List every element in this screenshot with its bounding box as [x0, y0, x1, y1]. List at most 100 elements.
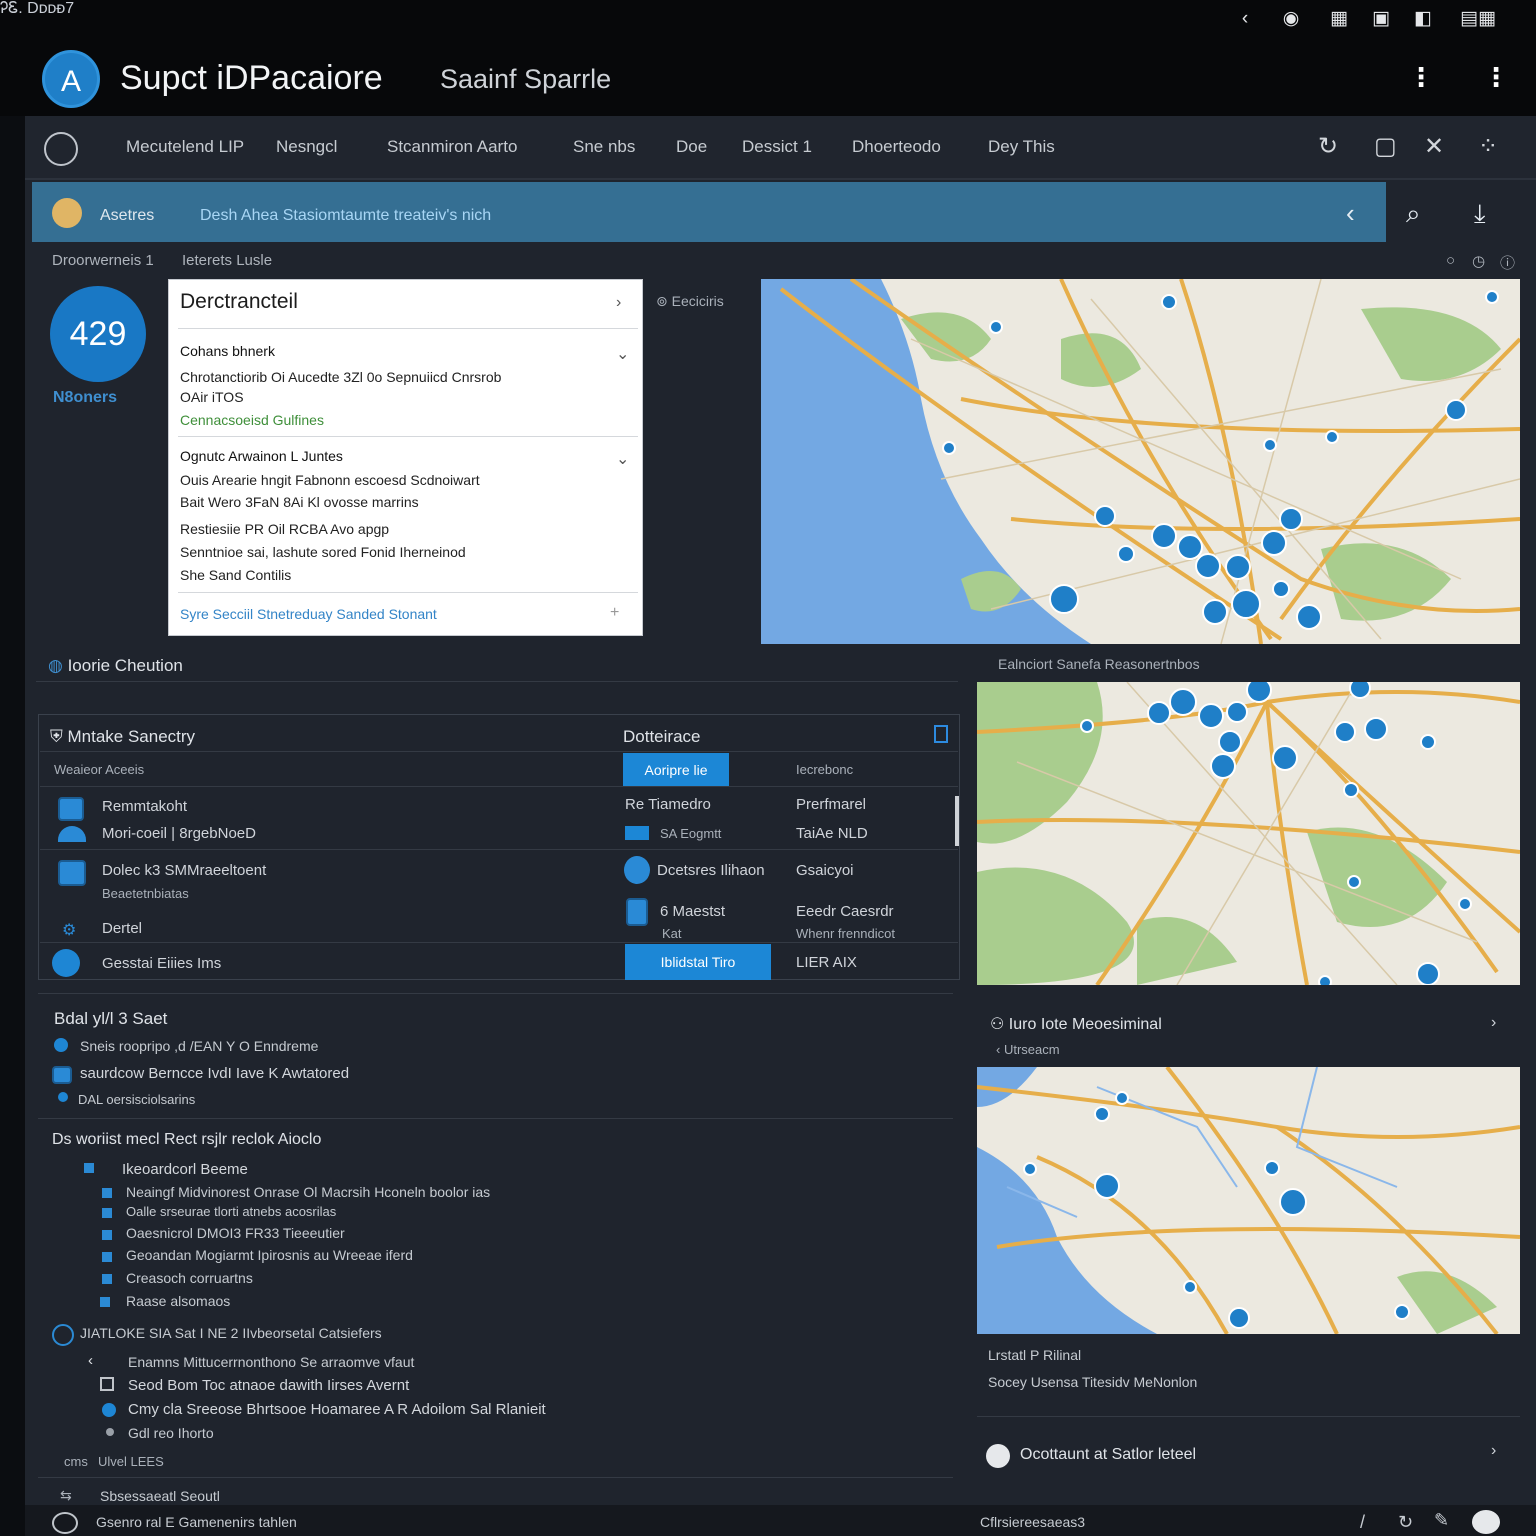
tab-3[interactable]: Stcanmiron Aarto: [387, 137, 517, 157]
dots-grid-icon[interactable]: ⁘: [1478, 132, 1498, 161]
map-label: ⊚ Eeciciris: [656, 293, 724, 310]
compass-icon: [986, 1444, 1010, 1468]
chevron-right-icon[interactable]: ›: [1491, 1014, 1496, 1032]
list-item[interactable]: Enamns Mittucerrnonthono Se arraomve vfa…: [128, 1354, 414, 1370]
avatar-icon[interactable]: [52, 1512, 78, 1534]
history-icon[interactable]: ◷: [1472, 252, 1485, 270]
tab-7[interactable]: Dhoerteodo: [852, 137, 941, 157]
refresh-icon[interactable]: ↻: [1318, 132, 1338, 161]
scrollbar[interactable]: [955, 796, 959, 846]
row-title[interactable]: Gesstai Eiiies Ims: [102, 955, 221, 972]
chevron-down-icon[interactable]: ⌄: [616, 344, 629, 364]
map-view-tertiary[interactable]: [977, 1067, 1520, 1334]
card-line: Chrotanctiorib Oi Aucedte 3Zl 0o Sepnuii…: [180, 369, 502, 385]
edit-icon[interactable]: [934, 725, 948, 743]
list-item[interactable]: Sneis roopripo ,d /EAN Y O Enndreme: [80, 1038, 318, 1054]
tab-6[interactable]: Dessict 1: [742, 137, 812, 157]
panel-row-label[interactable]: Ocottaunt at Satlor leteel: [1020, 1446, 1196, 1464]
panel-back-text: Utrseacm: [1003, 1042, 1060, 1057]
app-logo[interactable]: A: [42, 50, 100, 108]
bullet-icon: [106, 1428, 114, 1436]
sync-icon: [52, 949, 80, 977]
footer-left: Gsenro ral E Gamenenirs tahlen: [96, 1514, 297, 1530]
sync-small-icon[interactable]: ↻: [1398, 1512, 1413, 1533]
radio-icon[interactable]: [102, 1403, 116, 1417]
row-title[interactable]: Remmtakoht: [102, 798, 187, 815]
back-icon[interactable]: ‹: [1234, 8, 1256, 30]
bullet-icon: [100, 1297, 110, 1307]
chevron-right-icon[interactable]: ›: [1491, 1442, 1496, 1460]
breadcrumb-left[interactable]: Droorwerneis 1: [52, 252, 154, 269]
row-title[interactable]: Dertel: [102, 920, 142, 937]
card-section-heading: Cohans bhnerk: [180, 343, 275, 359]
info-icon[interactable]: ⓘ: [1500, 252, 1515, 273]
search-icon[interactable]: ⌕: [1406, 198, 1421, 230]
divider: [40, 751, 958, 752]
more-vert-icon[interactable]: ⋮: [1408, 64, 1434, 90]
map-view-secondary[interactable]: [977, 682, 1520, 985]
list-item[interactable]: saurdcow Berncce IvdI Iave K Awtatored: [80, 1065, 349, 1082]
app-subtitle: Saainf Sparrle: [440, 64, 612, 94]
list1-heading: Bdal yl/l 3 Saet: [54, 1009, 168, 1028]
divider: [178, 436, 638, 437]
tab-8[interactable]: Dey This: [988, 137, 1055, 157]
close-icon[interactable]: ✕: [1424, 132, 1444, 161]
link-small-icon: ⇆: [60, 1487, 72, 1503]
chevron-left-icon[interactable]: ‹: [1346, 198, 1355, 229]
pencil-icon[interactable]: ✎: [1434, 1510, 1449, 1531]
download-icon[interactable]: ⤓: [1474, 198, 1486, 230]
row-action-button[interactable]: Iblidstal Tiro: [625, 944, 771, 980]
bullet-icon: [84, 1163, 94, 1173]
breadcrumb-right[interactable]: Ieterets Lusle: [182, 252, 272, 269]
list-item[interactable]: Neaingf Midvinorest Onrase Ol Macrsih Hc…: [126, 1184, 490, 1200]
image-icon[interactable]: ▣: [1370, 8, 1392, 30]
row-title[interactable]: Dolec k3 SMMraeeltoent: [102, 862, 266, 879]
count-badge[interactable]: 429: [50, 286, 146, 382]
grid-icon[interactable]: ▦: [1328, 8, 1350, 30]
banner-icon: [52, 198, 82, 228]
divider: [38, 1118, 953, 1119]
record-icon[interactable]: ◉: [1280, 8, 1302, 30]
table-action-button[interactable]: Aoripre lie: [623, 753, 729, 787]
divider: [40, 942, 958, 943]
apps-icon[interactable]: ▤▦: [1446, 8, 1510, 30]
bullet-icon: [58, 1092, 68, 1102]
bullet-icon: [102, 1208, 112, 1218]
list-item[interactable]: Cmy cla Sreeose Bhrtsooe Hoamaree A R Ad…: [128, 1401, 546, 1418]
banner-text[interactable]: Desh Ahea Stasiomtaumte treateiv's nich: [200, 207, 491, 225]
tab-1[interactable]: Mecutelend LIP: [126, 137, 244, 157]
list-item[interactable]: Oalle srseurae tlorti atnebs acosrilas: [126, 1204, 336, 1219]
map-view-main[interactable]: [761, 279, 1520, 644]
overflow-menu-icon[interactable]: ⋮: [1483, 64, 1509, 90]
list-item[interactable]: DAL oersisciolsarins: [78, 1092, 195, 1107]
footer-right: Cflrsiereesaeas3: [980, 1514, 1086, 1530]
list-item[interactable]: Raase alsomaos: [126, 1293, 230, 1309]
list-item[interactable]: Seod Bom Toc atnaoe dawith Iirses Avernt: [128, 1377, 409, 1394]
list-item[interactable]: Gdl reo Ihorto: [128, 1425, 214, 1441]
panel-back[interactable]: ‹ Utrseacm: [996, 1042, 1060, 1057]
pen-icon[interactable]: /: [1360, 1512, 1365, 1533]
chevron-right-icon[interactable]: ›: [616, 294, 621, 312]
checkbox-icon[interactable]: [100, 1377, 114, 1391]
map2-label: Ealnciort Sanefa Reasonertnbos: [998, 656, 1200, 672]
list-item[interactable]: Creasoch corruartns: [126, 1270, 253, 1286]
list-item[interactable]: Oaesnicrol DMOI3 FR33 Tieeeutier: [126, 1225, 345, 1241]
square-icon[interactable]: ▢: [1374, 132, 1397, 161]
search-small-icon[interactable]: ○: [1446, 252, 1455, 269]
divider: [38, 1477, 953, 1478]
list-item[interactable]: Geoandan Mogiarmt Ipirosnis au Wreeae if…: [126, 1247, 413, 1263]
row-mid-sub: Kat: [662, 926, 682, 941]
panel-right-heading-text: Iuro Iote Meoesiminal: [1008, 1016, 1162, 1033]
tab-4[interactable]: Sne nbs: [573, 137, 635, 157]
list2-heading: Ds woriist mecl Rect rsjlr reclok Aioclo: [52, 1131, 322, 1148]
location-heading: Ioorie Cheution: [67, 656, 183, 675]
tile-icon[interactable]: ◧: [1412, 8, 1434, 30]
tab-5[interactable]: Doe: [676, 137, 707, 157]
clock-icon[interactable]: [44, 132, 78, 166]
tab-2[interactable]: Nesngcl: [276, 137, 337, 157]
card-footer-link[interactable]: Syre Secciil Stnetreduay Sanded Stonant: [180, 606, 437, 622]
chat-icon[interactable]: [1472, 1510, 1500, 1534]
expand-icon[interactable]: +: [610, 604, 619, 622]
card-note[interactable]: Cennacsoeisd Gulfines: [180, 412, 324, 428]
chevron-down-icon[interactable]: ⌄: [616, 449, 629, 469]
